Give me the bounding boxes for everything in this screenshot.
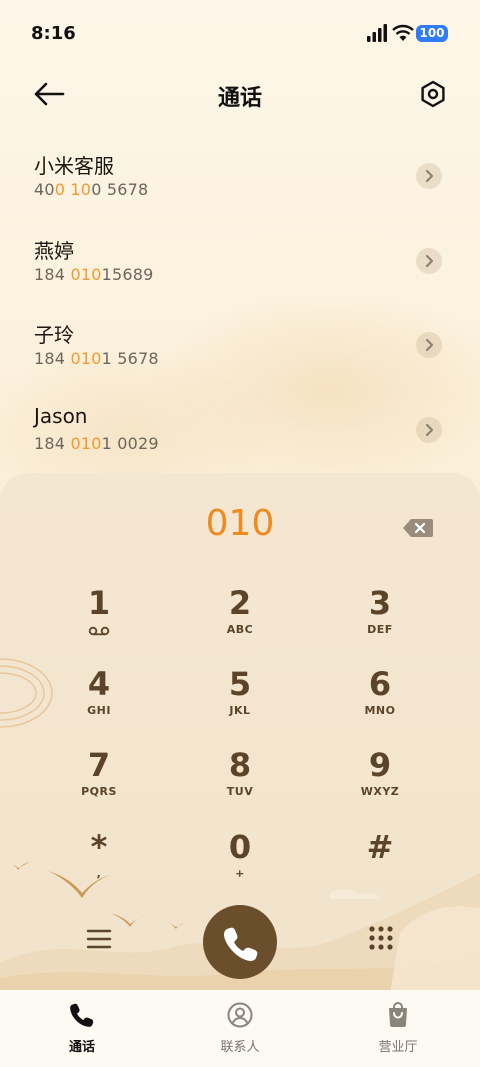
result-row[interactable]: 小米客服 400 100 5678 [0,136,480,220]
number-part: 15689 [101,265,154,284]
call-button[interactable] [203,905,277,979]
number-match-highlight: 010 [70,349,102,368]
number-part: 184 [34,265,71,284]
contact-number: 184 0101 0029 [34,434,159,453]
number-part: 0 5678 [91,180,149,199]
number-part: 1 5678 [101,349,159,368]
key-digit: # [366,828,394,866]
key-letters: + [235,867,245,880]
number-part: 1 0029 [101,434,159,453]
result-row[interactable]: 子玲 184 0101 5678 [0,305,480,389]
result-row[interactable]: Jason 184 0101 0029 [0,390,480,474]
contact-name: 小米客服 [34,154,114,178]
chevron-right-icon[interactable] [416,163,442,189]
key-letters: ABC [226,623,254,636]
chevron-right-icon[interactable] [416,332,442,358]
dial-panel: 010 1 2 ABC 3 DEF 4 GHI 5 JKL 6 MNO 7 PQ… [0,473,480,993]
phone-icon [224,927,258,961]
key-digit: 8 [228,746,252,784]
key-digit: 4 [87,665,111,703]
key-letters: PQRS [81,785,117,798]
tab-store[interactable]: 营业厅 [348,1002,448,1055]
bottom-navigation: 通话 联系人 营业厅 [0,990,480,1067]
contact-name: Jason [34,404,88,428]
key-digit: 6 [368,665,392,703]
phone-icon [70,1003,94,1027]
key-1[interactable]: 1 [39,585,159,657]
key-9[interactable]: 9 WXYZ [320,747,440,819]
result-row[interactable]: 燕婷 184 01015689 [0,221,480,305]
contact-number: 184 01015689 [34,265,153,284]
number-match-highlight: 0 10 [54,180,92,199]
signal-icon [367,24,387,42]
key-star[interactable]: * , [39,829,159,901]
number-match-highlight: 010 [70,434,102,453]
key-letters: WXYZ [360,785,400,798]
number-part: 40 [34,180,55,199]
tab-contacts[interactable]: 联系人 [190,1002,290,1055]
key-letters: , [96,867,102,880]
tab-label: 联系人 [220,1040,260,1055]
key-letters: DEF [367,623,393,636]
key-letters: TUV [226,785,254,798]
key-hash[interactable]: # [320,829,440,901]
wifi-icon [392,24,414,41]
contact-name: 燕婷 [34,239,74,263]
number-match-highlight: 010 [70,265,102,284]
key-0[interactable]: 0 + [180,829,300,901]
key-3[interactable]: 3 DEF [320,585,440,657]
key-digit: 0 [228,828,252,866]
chevron-right-icon[interactable] [416,417,442,443]
battery-icon: 100 [416,25,448,42]
key-digit: 5 [228,665,252,703]
key-digit: 3 [368,584,392,622]
contact-icon [227,1002,253,1028]
contact-number: 184 0101 5678 [34,349,159,368]
key-digit: * [90,828,108,866]
backspace-icon[interactable] [403,518,433,538]
key-digit: 7 [87,746,111,784]
number-part: 184 [34,434,71,453]
voicemail-icon [88,626,110,636]
key-digit: 9 [368,746,392,784]
page-title: 通话 [217,86,262,111]
key-letters: GHI [87,704,111,717]
status-time: 8:16 [31,23,76,44]
key-digit: 1 [87,584,111,622]
key-letters: MNO [364,704,396,717]
key-8[interactable]: 8 TUV [180,747,300,819]
contact-name: 子玲 [34,323,74,347]
key-letters: JKL [229,704,251,717]
tab-label: 营业厅 [378,1040,418,1055]
key-4[interactable]: 4 GHI [39,666,159,738]
tab-calls[interactable]: 通话 [32,1002,132,1055]
key-2[interactable]: 2 ABC [180,585,300,657]
status-bar: 8:16 100 [0,0,480,66]
chevron-right-icon[interactable] [416,248,442,274]
menu-icon[interactable] [86,926,112,952]
key-7[interactable]: 7 PQRS [39,747,159,819]
shopping-bag-icon [389,1002,407,1027]
settings-hexagon-icon[interactable] [418,79,448,109]
key-letters [320,867,440,881]
dialpad-icon[interactable] [368,925,394,951]
tab-label: 通话 [68,1040,95,1055]
number-part: 184 [34,349,71,368]
contact-number: 400 100 5678 [34,180,148,199]
key-6[interactable]: 6 MNO [320,666,440,738]
key-digit: 2 [228,584,252,622]
key-5[interactable]: 5 JKL [180,666,300,738]
